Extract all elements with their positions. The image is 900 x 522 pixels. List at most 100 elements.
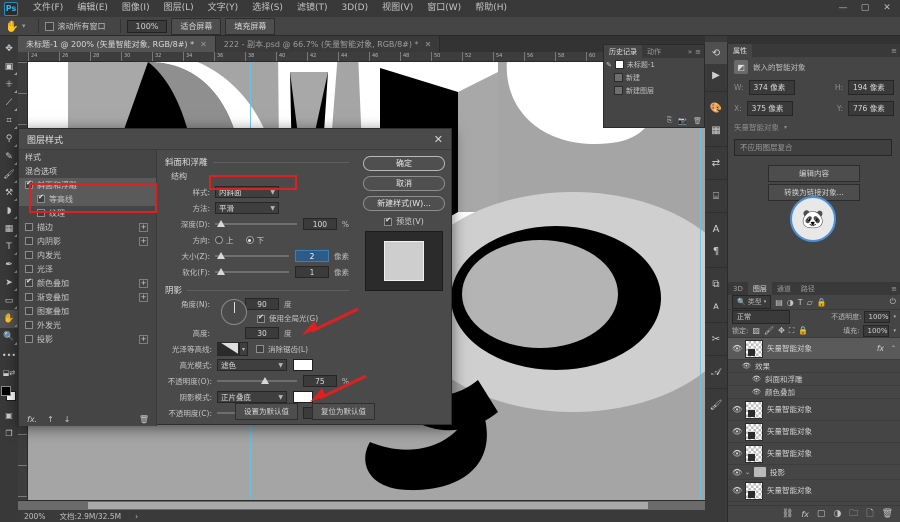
menu-item-help[interactable]: 帮助(H)	[468, 0, 514, 17]
notes-icon[interactable]: 𝒜	[705, 361, 727, 383]
angle-value[interactable]: 90	[245, 298, 279, 310]
minimize-button[interactable]: —	[832, 0, 854, 17]
set-default-button[interactable]: 设置为默认值	[235, 403, 298, 420]
shadow-color-swatch[interactable]	[293, 391, 313, 403]
document-tab-1[interactable]: 未标题-1 @ 200% (矢量智能对象, RGB/8#) * ✕	[18, 36, 216, 52]
move-up-icon[interactable]: ↑	[47, 415, 54, 424]
swatches-icon[interactable]: ▦	[705, 119, 727, 141]
chevron-down-icon[interactable]: ⌄	[745, 469, 750, 476]
foreground-background-color[interactable]	[0, 384, 18, 406]
group-icon[interactable]: 🗀	[849, 506, 858, 522]
gradient-tool[interactable]: ▦	[0, 220, 18, 238]
tab-channels[interactable]: 通道	[772, 282, 796, 295]
panel-menu-icon[interactable]: ≡	[891, 47, 897, 55]
styles-item-styles[interactable]: 样式	[19, 150, 156, 164]
checkbox-box[interactable]	[25, 265, 33, 273]
checkbox-box[interactable]	[25, 307, 33, 315]
shadow-mode-select[interactable]: 正片叠底 ▼	[217, 391, 287, 403]
add-icon[interactable]: +	[139, 236, 148, 246]
collapse-icon[interactable]: »	[688, 48, 692, 56]
layer-row[interactable]: 👁 矢量智能对象	[728, 443, 900, 465]
checkbox-box[interactable]	[37, 193, 45, 203]
panel-menu-icon[interactable]: ≡	[695, 48, 701, 56]
layer-effects-row[interactable]: 👁 效果	[728, 360, 900, 373]
eye-icon[interactable]: 👁	[732, 468, 742, 477]
depth-slider[interactable]	[215, 218, 297, 230]
document-tab-2[interactable]: 222 - 副本.psd @ 66.7% (矢量智能对象, RGB/8#) * …	[215, 36, 441, 52]
global-light-checkbox[interactable]: 使用全局光(G)	[257, 313, 349, 324]
antialias-checkbox[interactable]: 消除锯齿(L)	[256, 344, 308, 355]
layer-effect-bevel[interactable]: 👁 斜面和浮雕	[728, 373, 900, 386]
fit-screen-button[interactable]: 适合屏幕	[171, 17, 222, 35]
fx-icon[interactable]: fx	[877, 344, 884, 353]
close-icon[interactable]: ✕	[425, 40, 432, 49]
new-layer-icon[interactable]: 🗋	[866, 506, 873, 522]
foreground-color-swatch[interactable]	[1, 386, 11, 396]
direction-down-radio[interactable]: 下	[245, 235, 264, 246]
styles-item-color-overlay[interactable]: 颜色叠加 +	[19, 276, 156, 290]
layer-effect-color-overlay[interactable]: 👁 颜色叠加	[728, 386, 900, 399]
tab-history[interactable]: 历史记录	[604, 45, 642, 58]
tab-actions[interactable]: 动作	[642, 45, 666, 58]
tab-paths[interactable]: 路径	[796, 282, 820, 295]
menu-item-window[interactable]: 窗口(W)	[420, 0, 468, 17]
fx-icon[interactable]: fx	[801, 510, 809, 519]
layer-comp-select[interactable]: 不应用图层复合	[734, 139, 892, 156]
checkbox-box[interactable]	[25, 237, 33, 245]
height-value[interactable]: 194 像素	[848, 80, 894, 95]
eyedropper-tool[interactable]: ⚲	[0, 130, 18, 148]
highlight-mode-select[interactable]: 滤色 ▼	[217, 359, 287, 371]
paragraph-styles-icon[interactable]: ᴀ	[705, 295, 727, 317]
chevron-down-icon[interactable]: ▾	[784, 124, 787, 131]
filter-shape-icon[interactable]: ▱	[807, 298, 813, 307]
paragraph-icon[interactable]: ¶	[705, 240, 727, 262]
eye-icon[interactable]: 👁	[732, 427, 742, 436]
styles-icon[interactable]: ⌸	[705, 185, 727, 207]
marquee-tool[interactable]: ▣	[0, 58, 18, 76]
angle-dial[interactable]	[221, 299, 247, 325]
new-style-button[interactable]: 新建样式(W)...	[363, 196, 445, 211]
lock-image-icon[interactable]: 🖌	[764, 326, 774, 335]
move-tool[interactable]: ✥	[0, 40, 18, 58]
panel-menu-icon[interactable]: ≡	[891, 285, 897, 293]
highlight-opacity-slider[interactable]	[217, 375, 297, 387]
layer-row-selected[interactable]: 👁 矢量智能对象 fx ⌃	[728, 338, 900, 360]
tab-3d[interactable]: 3D	[728, 282, 748, 295]
add-icon[interactable]: +	[139, 292, 148, 302]
altitude-value[interactable]: 30	[245, 327, 279, 339]
styles-item-stroke[interactable]: 描边 +	[19, 220, 156, 234]
eye-icon[interactable]: 👁	[752, 388, 761, 396]
type-tool[interactable]: T	[0, 238, 18, 256]
menu-item-layer[interactable]: 图层(L)	[157, 0, 201, 17]
pen-tool[interactable]: ✒	[0, 256, 18, 274]
delete-icon[interactable]: 🗑	[139, 415, 149, 424]
history-item-new[interactable]: 新建	[604, 71, 704, 84]
checkbox-box[interactable]	[25, 179, 33, 189]
layer-style-dialog[interactable]: 图层样式 ✕ 样式 混合选项 斜面和浮雕 等高线 纹理 描边 + 内阴影 + 内发光…	[18, 128, 452, 426]
brush-tool[interactable]: 🖌	[0, 166, 18, 184]
type-icon[interactable]: A	[705, 218, 727, 240]
menu-item-view[interactable]: 视图(V)	[375, 0, 420, 17]
slider-knob[interactable]	[217, 268, 225, 275]
bevel-style-select[interactable]: 内斜面 ▼	[215, 186, 279, 198]
clone-stamp-tool[interactable]: ⚒	[0, 184, 18, 202]
cancel-button[interactable]: 取消	[363, 176, 445, 191]
layer-row[interactable]: 👁 矢量智能对象	[728, 480, 900, 502]
styles-item-pattern-overlay[interactable]: 图案叠加	[19, 304, 156, 318]
add-icon[interactable]: +	[139, 334, 148, 344]
checkbox-box[interactable]	[25, 321, 33, 329]
close-icon[interactable]: ✕	[200, 40, 207, 49]
y-value[interactable]: 776 像素	[848, 101, 894, 116]
lock-all-icon[interactable]: 🔒	[798, 326, 808, 335]
soften-value[interactable]: 1	[295, 266, 329, 278]
color-icon[interactable]: 🎨	[705, 97, 727, 119]
checkbox-box[interactable]	[25, 223, 33, 231]
eye-icon[interactable]: 👁	[752, 375, 761, 383]
close-icon[interactable]: ✕	[434, 133, 443, 146]
filter-type-icon[interactable]: T	[798, 298, 803, 307]
checkbox-box[interactable]	[25, 335, 33, 343]
checkbox-box[interactable]	[25, 293, 33, 301]
maximize-button[interactable]: ▢	[854, 0, 876, 17]
styles-item-contour[interactable]: 等高线	[19, 192, 156, 206]
styles-item-blending-options[interactable]: 混合选项	[19, 164, 156, 178]
